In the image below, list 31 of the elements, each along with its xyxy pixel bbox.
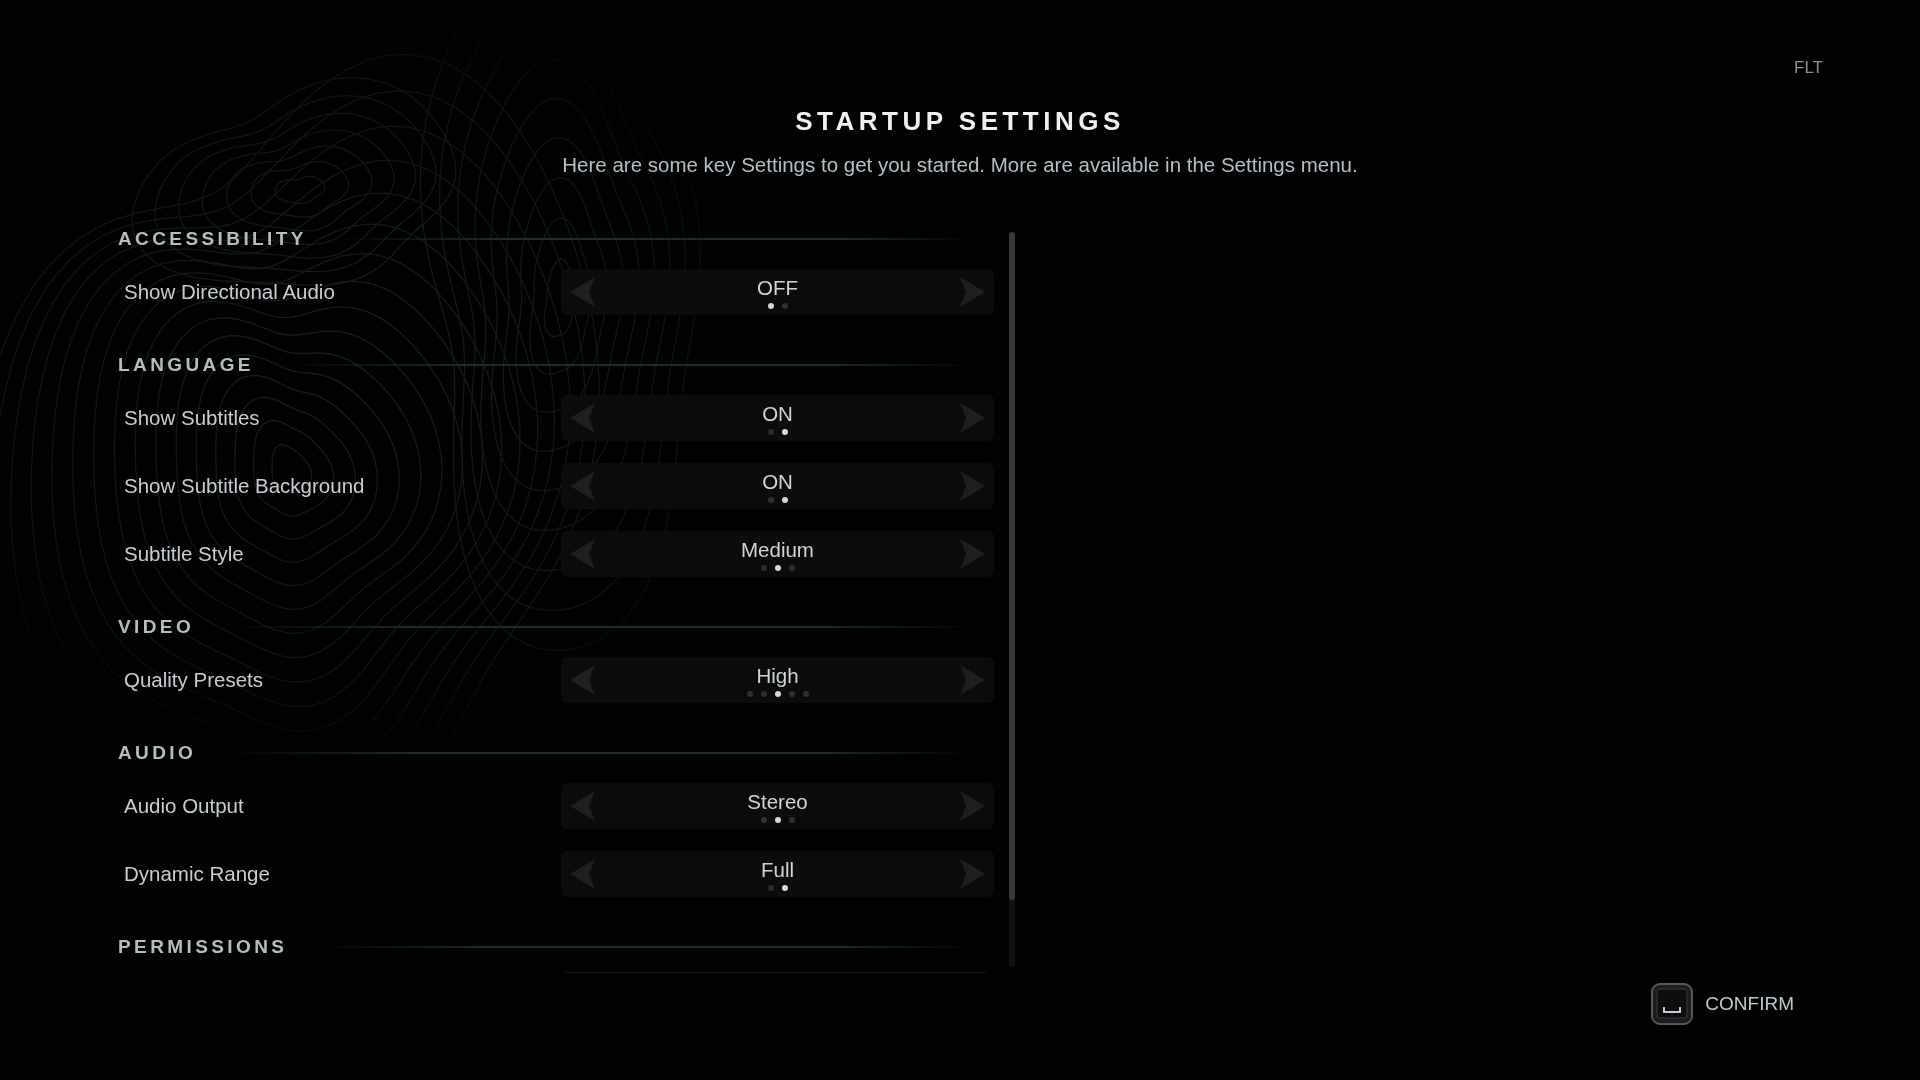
option-selector[interactable]: OFF [561,269,994,315]
setting-label: Audio Output [123,793,245,819]
confirm-button[interactable]: CONFIRM [1651,983,1794,1025]
setting-label: Show Subtitle Background [123,473,366,499]
setting-value: ON [762,401,793,426]
option-selector[interactable]: ON [561,463,994,509]
page-title: STARTUP SETTINGS [795,105,1125,138]
page-subtitle: Here are some key Settings to get you started. More are available in the Settings menu. [562,152,1358,178]
setting-label: Dynamic Range [123,861,271,887]
section-heading: PERMISSIONS [118,935,288,959]
setting-label: Show Subtitles [123,405,261,431]
section-heading: ACCESSIBILITY [118,227,307,251]
section-heading: LANGUAGE [118,353,254,377]
setting-label: Show Directional Audio [123,279,336,305]
setting-value: Medium [741,537,814,562]
option-selector[interactable]: Medium [561,531,994,577]
option-selector[interactable]: Stereo [561,783,994,829]
option-selector[interactable]: Full [561,851,994,897]
setting-value: Full [760,857,794,882]
setting-value: Stereo [747,789,808,814]
setting-value: ON [762,469,793,494]
section-heading: VIDEO [118,615,195,639]
option-selector[interactable]: ON [561,395,994,441]
option-selector[interactable]: High [561,657,994,703]
section-heading: AUDIO [118,741,197,765]
setting-value: High [756,663,799,688]
spacebar-key-icon [1651,983,1694,1025]
setting-value: OFF [757,275,798,300]
corner-label: FLT [1794,57,1823,79]
setting-label: Subtitle Style [123,541,245,567]
setting-label: Quality Presets [123,667,264,693]
